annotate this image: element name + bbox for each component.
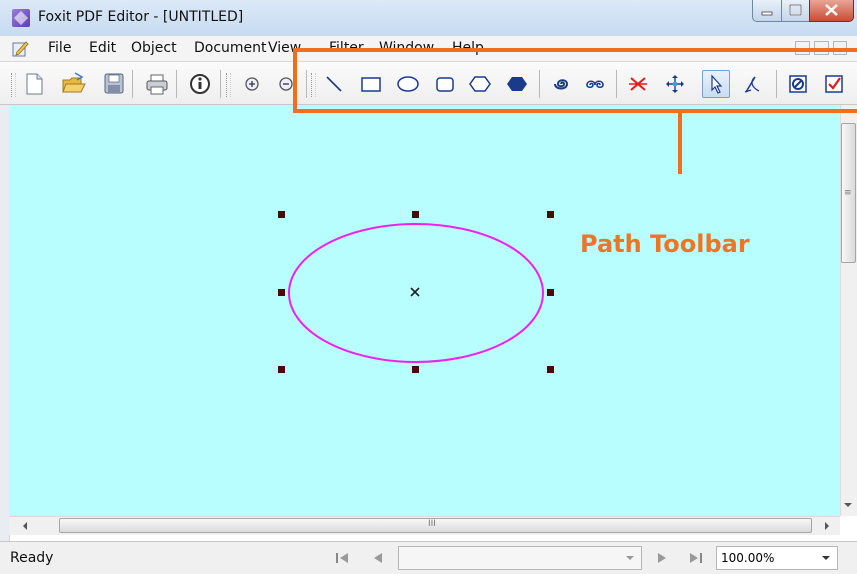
open-folder-icon	[62, 72, 86, 93]
window-title: Foxit PDF Editor - [UNTITLED]	[38, 9, 244, 25]
scroll-right-icon[interactable]	[822, 520, 832, 532]
print-icon	[146, 74, 168, 95]
toolbar-separator	[176, 70, 177, 98]
horizontal-thumb-grip: III	[428, 519, 436, 529]
handle-top-center	[412, 211, 419, 218]
minimize-icon	[761, 11, 773, 16]
scroll-left-icon[interactable]	[20, 520, 30, 532]
toolbar-grip[interactable]	[226, 73, 231, 97]
save-button[interactable]	[100, 70, 128, 98]
first-page-button[interactable]	[333, 549, 351, 567]
center-marker-icon	[410, 287, 420, 297]
info-icon	[190, 74, 210, 94]
toolbar-grip[interactable]	[11, 73, 16, 97]
menu-document[interactable]: Document	[194, 40, 267, 56]
toolbar-separator	[220, 70, 221, 98]
path-toolbar-highlight	[293, 48, 857, 113]
last-page-button[interactable]	[687, 549, 705, 567]
open-button[interactable]	[60, 70, 88, 98]
handle-middle-left	[278, 289, 285, 296]
next-page-icon	[658, 553, 666, 563]
callout-connector	[678, 112, 682, 174]
foxit-app-icon	[12, 9, 30, 27]
last-page-icon	[690, 553, 702, 563]
print-button[interactable]	[143, 70, 171, 98]
save-icon	[104, 73, 124, 94]
canvas-drawing	[278, 211, 554, 373]
menu-object[interactable]: Object	[131, 40, 177, 56]
toolbar-separator	[132, 70, 133, 98]
scroll-down-icon[interactable]	[843, 500, 853, 510]
previous-page-icon	[374, 553, 382, 563]
handle-middle-right	[547, 289, 554, 296]
page-dropdown-icon[interactable]	[624, 551, 636, 565]
previous-page-button[interactable]	[369, 549, 387, 567]
minimize-button[interactable]	[752, 0, 782, 22]
handle-bottom-left	[278, 366, 285, 373]
handle-top-left	[278, 211, 285, 218]
maximize-icon	[789, 4, 802, 16]
zoom-in-icon	[245, 77, 259, 91]
zoom-in-button[interactable]	[238, 70, 266, 98]
handle-top-right	[547, 211, 554, 218]
page-number-field[interactable]	[398, 546, 642, 570]
next-page-button[interactable]	[653, 549, 671, 567]
close-icon	[825, 4, 838, 16]
zoom-dropdown-icon[interactable]	[820, 551, 832, 565]
status-text: Ready	[10, 550, 54, 566]
new-document-icon	[26, 73, 43, 95]
vertical-thumb-grip: ≡	[844, 188, 852, 198]
first-page-icon	[336, 553, 348, 563]
path-toolbar-label: Path Toolbar	[580, 230, 750, 258]
new-document-button[interactable]	[20, 70, 48, 98]
handle-bottom-center	[412, 366, 419, 373]
info-button[interactable]	[186, 70, 214, 98]
close-button[interactable]	[809, 0, 854, 22]
menu-file[interactable]: File	[48, 40, 71, 56]
document-edit-icon[interactable]	[12, 40, 29, 57]
menu-edit[interactable]: Edit	[89, 40, 116, 56]
handle-bottom-right	[547, 366, 554, 373]
maximize-button[interactable]	[781, 0, 810, 22]
